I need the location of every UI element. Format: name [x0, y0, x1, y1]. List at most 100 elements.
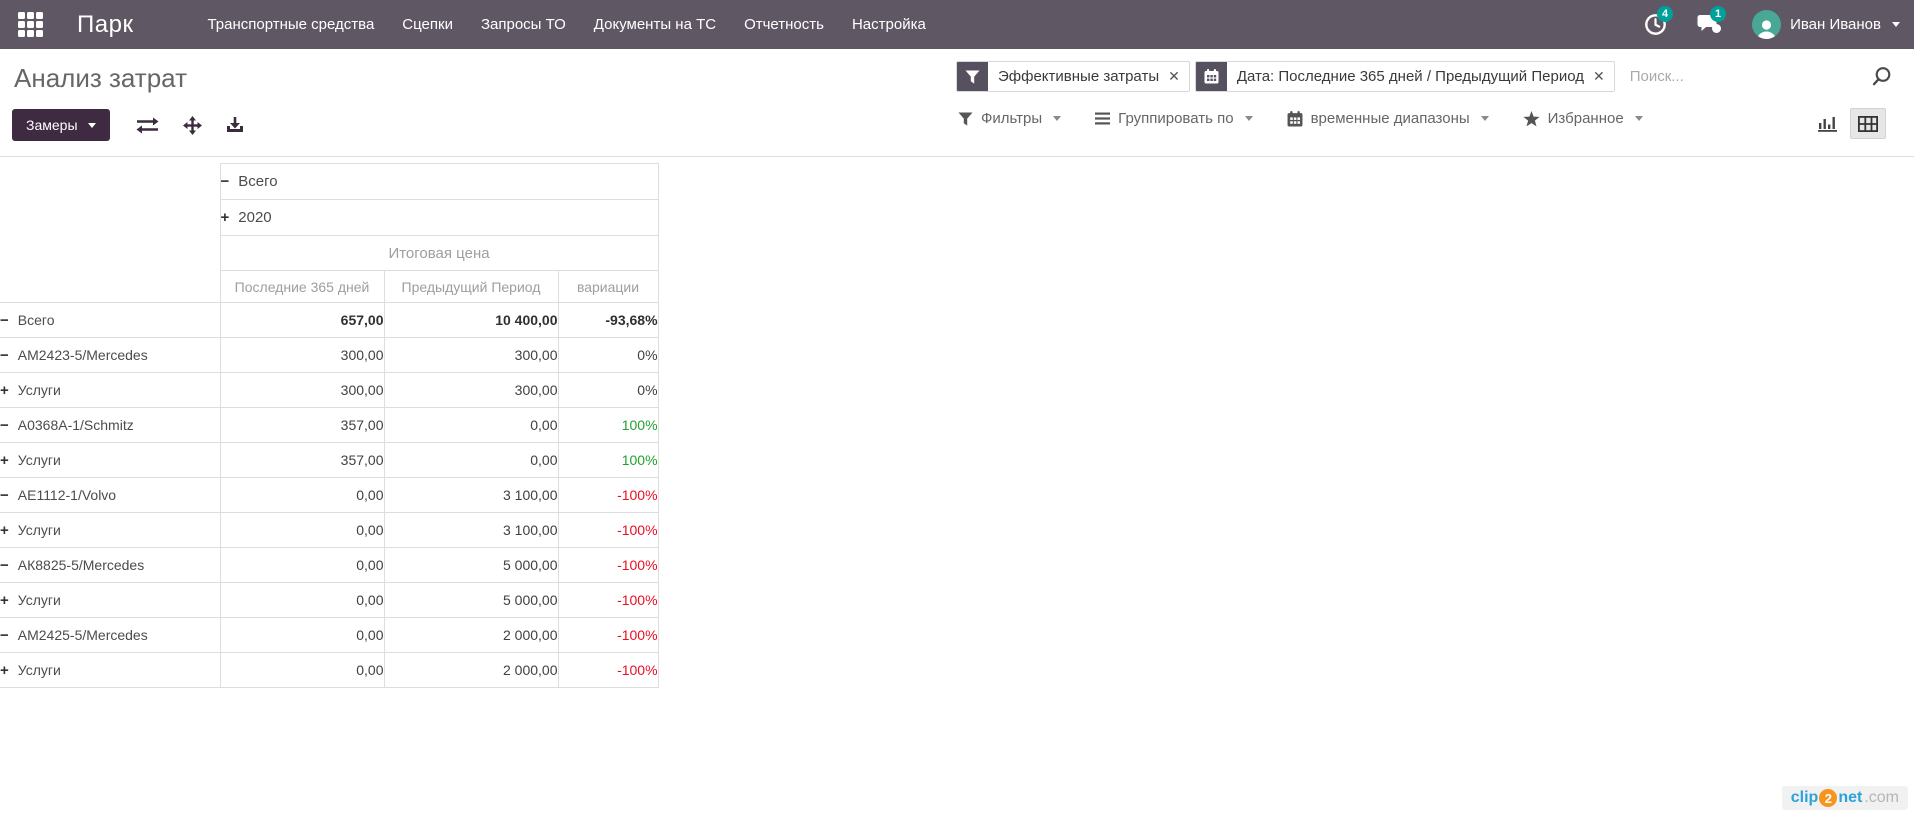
- app-brand[interactable]: Парк: [77, 11, 133, 39]
- cell-previous: 300,00: [383, 337, 559, 373]
- search-facet-date: Дата: Последние 365 дней / Предыдущий Пе…: [1194, 61, 1615, 92]
- row-header[interactable]: − АМ2425-5/Mercedes: [0, 617, 221, 653]
- main-menu: Транспортные средства Сцепки Запросы ТО …: [193, 0, 939, 49]
- cell-current: 357,00: [219, 442, 385, 478]
- toggle-icon[interactable]: −: [0, 557, 9, 574]
- close-icon[interactable]: ✕: [1592, 62, 1614, 91]
- row-header[interactable]: − АМ2423-5/Mercedes: [0, 337, 221, 373]
- chevron-down-icon: [1244, 116, 1253, 121]
- cell-variation: -100%: [557, 477, 659, 513]
- toggle-icon[interactable]: −: [0, 347, 9, 364]
- watermark-com: .com: [1864, 789, 1899, 806]
- search-facet-filter: Эффективные затраты ✕: [956, 61, 1190, 92]
- expand-icon[interactable]: +: [221, 209, 230, 226]
- header-spacer: [0, 163, 220, 200]
- menu-settings[interactable]: Настройка: [838, 0, 940, 49]
- menu-trailers[interactable]: Сцепки: [388, 0, 467, 49]
- cell-previous: 2 000,00: [383, 617, 559, 653]
- toggle-icon[interactable]: +: [0, 592, 9, 609]
- table-row: + Услуги 0,00 3 100,00 -100%: [0, 512, 659, 548]
- menu-service-requests[interactable]: Запросы ТО: [467, 0, 580, 49]
- row-label-text: А0368А-1/Schmitz: [17, 416, 134, 433]
- menu-vehicle-documents[interactable]: Документы на ТС: [580, 0, 730, 49]
- favorites-menu[interactable]: Избранное: [1523, 110, 1643, 127]
- toggle-icon[interactable]: −: [0, 487, 9, 504]
- user-name: Иван Иванов: [1790, 16, 1881, 33]
- cell-previous: 3 100,00: [383, 477, 559, 513]
- cell-variation: -93,68%: [557, 302, 659, 338]
- cell-variation: 0%: [557, 337, 659, 373]
- cell-current: 0,00: [219, 512, 385, 548]
- apps-menu-icon[interactable]: [18, 12, 43, 37]
- row-header[interactable]: + Услуги: [0, 372, 221, 408]
- systray: 4 1 Иван Иванов: [1644, 6, 1900, 39]
- row-header[interactable]: − Всего: [0, 302, 221, 338]
- cell-current: 0,00: [219, 582, 385, 618]
- col-group-total[interactable]: − Всего: [219, 163, 659, 200]
- table-row: − АЕ1112-1/Volvo 0,00 3 100,00 -100%: [0, 477, 659, 513]
- row-header[interactable]: − АЕ1112-1/Volvo: [0, 477, 221, 513]
- collapse-icon[interactable]: −: [221, 173, 230, 190]
- flip-axis-icon[interactable]: [136, 117, 159, 134]
- avatar: [1752, 10, 1782, 39]
- filters-menu[interactable]: Фильтры: [958, 110, 1062, 127]
- row-label-text: Услуги: [17, 661, 61, 678]
- col-group-2020[interactable]: +2020: [219, 199, 659, 236]
- search-bar: Эффективные затраты ✕ Дата: Последние 36…: [956, 61, 1892, 92]
- time-ranges-menu[interactable]: временные диапазоны: [1287, 110, 1489, 127]
- cell-variation: -100%: [557, 652, 659, 688]
- messages-button[interactable]: 1: [1697, 6, 1727, 36]
- cell-previous: 2 000,00: [383, 652, 559, 688]
- toggle-icon[interactable]: +: [0, 382, 9, 399]
- row-header[interactable]: + Услуги: [0, 512, 221, 548]
- row-header[interactable]: + Услуги: [0, 582, 221, 618]
- table-row: + Услуги 357,00 0,00 100%: [0, 442, 659, 478]
- row-header[interactable]: − АК8825-5/Mercedes: [0, 547, 221, 583]
- toggle-icon[interactable]: −: [0, 417, 9, 434]
- col-group-label: 2020: [238, 209, 272, 226]
- search-icon[interactable]: [1870, 66, 1892, 88]
- watermark-net: net: [1838, 789, 1863, 806]
- filter-icon: [958, 112, 973, 126]
- toggle-icon[interactable]: +: [0, 522, 9, 539]
- toggle-icon[interactable]: −: [0, 312, 9, 329]
- toggle-icon[interactable]: +: [0, 662, 9, 679]
- filter-icon: [957, 62, 988, 91]
- close-icon[interactable]: ✕: [1167, 62, 1189, 91]
- table-row: + Услуги 0,00 5 000,00 -100%: [0, 582, 659, 618]
- star-icon: [1523, 110, 1540, 126]
- header-spacer: [0, 270, 220, 303]
- menu-reporting[interactable]: Отчетность: [730, 0, 838, 49]
- page: Парк Транспортные средства Сцепки Запрос…: [0, 0, 1914, 814]
- facet-label: Эффективные затраты: [998, 68, 1160, 85]
- chevron-down-icon: [1480, 116, 1489, 121]
- pivot-view-button[interactable]: [1850, 108, 1886, 139]
- row-label-text: Услуги: [17, 521, 61, 538]
- control-panel: Анализ затрат Эффективные затраты ✕ Дата…: [0, 49, 1914, 157]
- row-label-text: Услуги: [17, 591, 61, 608]
- cell-current: 0,00: [219, 652, 385, 688]
- row-header[interactable]: + Услуги: [0, 442, 221, 478]
- page-title: Анализ затрат: [14, 63, 187, 93]
- cell-previous: 3 100,00: [383, 512, 559, 548]
- download-icon[interactable]: [226, 116, 244, 134]
- activities-button[interactable]: 4: [1644, 6, 1674, 36]
- table-row: − АМ2423-5/Mercedes 300,00 300,00 0%: [0, 337, 659, 373]
- menu-vehicles[interactable]: Транспортные средства: [193, 0, 388, 49]
- cell-current: 0,00: [219, 547, 385, 583]
- row-header[interactable]: + Услуги: [0, 652, 221, 688]
- toggle-icon[interactable]: −: [0, 627, 9, 644]
- expand-all-icon[interactable]: [182, 115, 202, 135]
- cell-current: 0,00: [219, 617, 385, 653]
- measure-header: Итоговая цена: [219, 235, 659, 271]
- graph-view-button[interactable]: [1810, 108, 1846, 139]
- toggle-icon[interactable]: +: [0, 452, 9, 469]
- measures-button-label: Замеры: [26, 117, 78, 133]
- row-label-text: АЕ1112-1/Volvo: [17, 486, 117, 503]
- group-by-menu[interactable]: Группировать по: [1095, 110, 1253, 127]
- measures-button[interactable]: Замеры: [12, 109, 110, 141]
- row-header[interactable]: − А0368А-1/Schmitz: [0, 407, 221, 443]
- table-row: − АК8825-5/Mercedes 0,00 5 000,00 -100%: [0, 547, 659, 583]
- search-input[interactable]: [1619, 68, 1870, 85]
- user-menu[interactable]: Иван Иванов: [1752, 10, 1900, 39]
